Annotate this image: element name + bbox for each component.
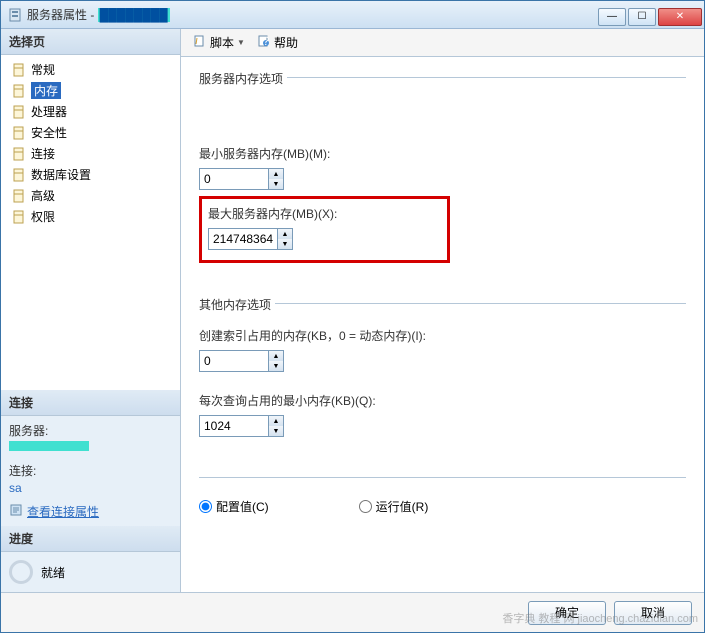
query-memory-spinner[interactable]: ▲▼ xyxy=(199,415,284,437)
server-value-masked xyxy=(9,441,89,451)
connection-body: 服务器: 连接: sa 查看连接属性 xyxy=(1,416,180,526)
connection-section: 连接 服务器: 连接: sa 查看连接属性 进度 就绪 xyxy=(1,390,180,592)
configured-radio-input[interactable] xyxy=(199,500,212,513)
spin-up[interactable]: ▲ xyxy=(269,169,283,179)
dialog-button-bar: 确定 取消 xyxy=(1,592,704,632)
ready-status: 就绪 xyxy=(41,564,65,581)
index-memory-spinner[interactable]: ▲▼ xyxy=(199,350,284,372)
help-icon: ? xyxy=(257,34,271,51)
content-area: 选择页 常规内存处理器安全性连接数据库设置高级权限 连接 服务器: 连接: sa… xyxy=(1,29,704,592)
page-icon xyxy=(11,104,27,120)
connection-user: sa xyxy=(9,481,172,495)
titlebar[interactable]: 服务器属性 - ████████ — ☐ ✕ xyxy=(1,1,704,29)
max-memory-input[interactable] xyxy=(209,229,277,249)
close-button[interactable]: ✕ xyxy=(658,8,702,26)
nav-item-6[interactable]: 高级 xyxy=(1,185,180,206)
min-memory-spinner[interactable]: ▲▼ xyxy=(199,168,284,190)
nav-label: 常规 xyxy=(31,61,55,78)
page-icon xyxy=(11,209,27,225)
nav-label: 数据库设置 xyxy=(31,166,91,183)
minimize-button[interactable]: — xyxy=(598,8,626,26)
svg-text:?: ? xyxy=(263,34,270,48)
max-memory-spinner[interactable]: ▲▼ xyxy=(208,228,293,250)
nav-label: 内存 xyxy=(31,82,61,99)
window-title: 服务器属性 - ████████ xyxy=(27,6,598,23)
max-memory-highlight: 最大服务器内存(MB)(X): ▲▼ xyxy=(199,196,450,263)
spin-down[interactable]: ▼ xyxy=(269,361,283,371)
view-connection-properties-link[interactable]: 查看连接属性 xyxy=(27,503,99,520)
other-memory-group: 其他内存选项 创建索引占用的内存(KB，0 = 动态内存)(I): ▲▼ 每次查… xyxy=(199,303,686,437)
server-memory-legend: 服务器内存选项 xyxy=(199,70,287,87)
script-icon xyxy=(193,34,207,51)
spin-up[interactable]: ▲ xyxy=(269,416,283,426)
configured-radio[interactable]: 配置值(C) xyxy=(199,498,269,515)
other-memory-legend: 其他内存选项 xyxy=(199,296,275,313)
nav-label: 高级 xyxy=(31,187,55,204)
nav-item-7[interactable]: 权限 xyxy=(1,206,180,227)
max-memory-label: 最大服务器内存(MB)(X): xyxy=(208,205,337,222)
spin-up[interactable]: ▲ xyxy=(269,351,283,361)
min-memory-label: 最小服务器内存(MB)(M): xyxy=(199,145,686,162)
nav-label: 安全性 xyxy=(31,124,67,141)
spin-down[interactable]: ▼ xyxy=(278,239,292,249)
progress-spinner-icon xyxy=(9,560,33,584)
server-name-masked: ████████ xyxy=(98,8,170,22)
running-radio-input[interactable] xyxy=(359,500,372,513)
window-controls: — ☐ ✕ xyxy=(598,4,704,26)
chevron-down-icon: ▼ xyxy=(237,38,245,47)
progress-header: 进度 xyxy=(1,526,180,552)
progress-body: 就绪 xyxy=(1,552,180,592)
dialog-window: 服务器属性 - ████████ — ☐ ✕ 选择页 常规内存处理器安全性连接数… xyxy=(0,0,705,633)
page-icon xyxy=(11,146,27,162)
spin-down[interactable]: ▼ xyxy=(269,179,283,189)
query-memory-label: 每次查询占用的最小内存(KB)(Q): xyxy=(199,392,686,409)
running-radio[interactable]: 运行值(R) xyxy=(359,498,429,515)
index-memory-input[interactable] xyxy=(200,351,268,371)
page-nav-list: 常规内存处理器安全性连接数据库设置高级权限 xyxy=(1,55,180,231)
maximize-button[interactable]: ☐ xyxy=(628,8,656,26)
page-icon xyxy=(11,125,27,141)
page-icon xyxy=(11,83,27,99)
spin-down[interactable]: ▼ xyxy=(269,426,283,436)
page-icon xyxy=(11,62,27,78)
page-icon xyxy=(11,188,27,204)
server-memory-group: 服务器内存选项 最小服务器内存(MB)(M): ▲▼ 最大服务器内存(MB)(X… xyxy=(199,77,686,263)
nav-label: 权限 xyxy=(31,208,55,225)
page-icon xyxy=(11,167,27,183)
value-mode-row: 配置值(C) 运行值(R) xyxy=(199,477,686,515)
nav-item-0[interactable]: 常规 xyxy=(1,59,180,80)
nav-item-3[interactable]: 安全性 xyxy=(1,122,180,143)
server-icon xyxy=(7,7,23,23)
nav-label: 处理器 xyxy=(31,103,67,120)
right-panel: 脚本 ▼ ? 帮助 服务器内存选项 最小服务器内存(MB)(M): ▲▼ xyxy=(181,29,704,592)
nav-item-1[interactable]: 内存 xyxy=(1,80,180,101)
connection-header: 连接 xyxy=(1,390,180,416)
connection-label: 连接: xyxy=(9,462,172,479)
nav-item-2[interactable]: 处理器 xyxy=(1,101,180,122)
index-memory-label: 创建索引占用的内存(KB，0 = 动态内存)(I): xyxy=(199,327,686,344)
server-label: 服务器: xyxy=(9,422,172,439)
nav-label: 连接 xyxy=(31,145,55,162)
min-memory-input[interactable] xyxy=(200,169,268,189)
spin-up[interactable]: ▲ xyxy=(278,229,292,239)
select-pages-header: 选择页 xyxy=(1,29,180,55)
link-icon xyxy=(9,503,23,520)
ok-button[interactable]: 确定 xyxy=(528,601,606,625)
left-panel: 选择页 常规内存处理器安全性连接数据库设置高级权限 连接 服务器: 连接: sa… xyxy=(1,29,181,592)
query-memory-input[interactable] xyxy=(200,416,268,436)
cancel-button[interactable]: 取消 xyxy=(614,601,692,625)
main-form: 服务器内存选项 最小服务器内存(MB)(M): ▲▼ 最大服务器内存(MB)(X… xyxy=(181,57,704,592)
help-button[interactable]: ? 帮助 xyxy=(253,32,302,53)
nav-item-5[interactable]: 数据库设置 xyxy=(1,164,180,185)
nav-item-4[interactable]: 连接 xyxy=(1,143,180,164)
script-button[interactable]: 脚本 ▼ xyxy=(189,32,249,53)
toolbar: 脚本 ▼ ? 帮助 xyxy=(181,29,704,57)
